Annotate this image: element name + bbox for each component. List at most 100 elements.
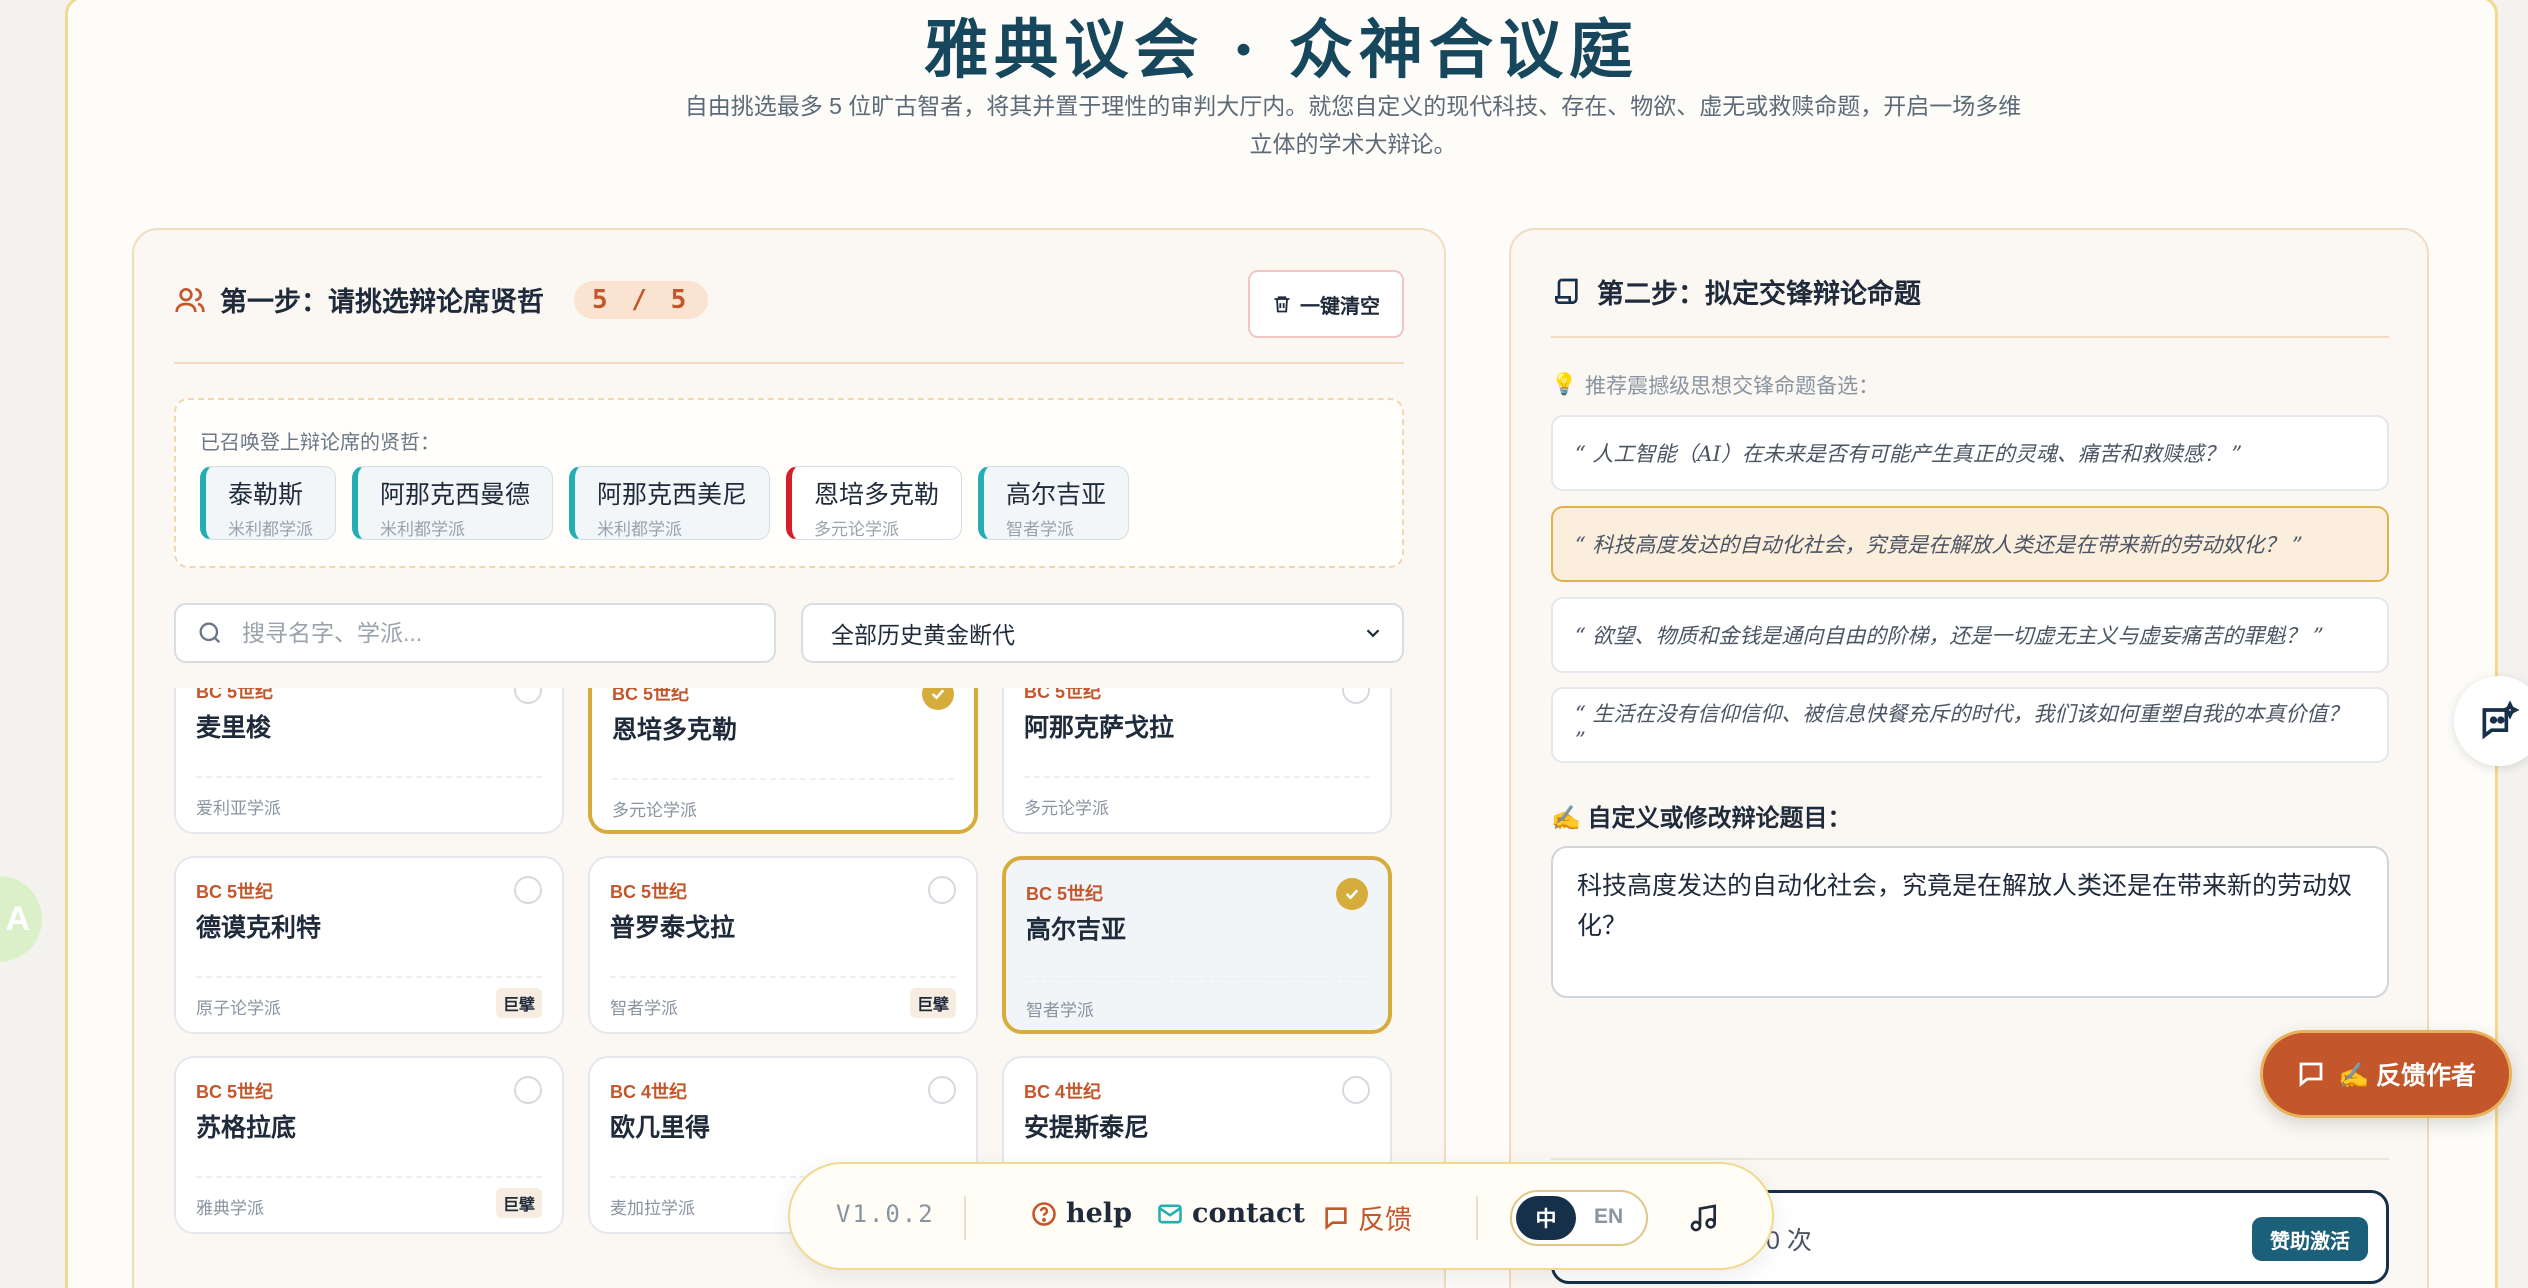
chip-school: 多元论学派: [814, 520, 900, 539]
philosopher-card[interactable]: BC 5世纪 德谟克利特 原子论学派 巨擘: [174, 856, 564, 1034]
chip-name: 高尔吉亚: [1006, 480, 1107, 509]
selected-chip[interactable]: 恩培多克勒 多元论学派: [786, 466, 963, 540]
philosopher-card[interactable]: BC 5世纪 恩培多克勒 多元论学派: [588, 688, 978, 834]
card-era: BC 5世纪: [196, 688, 274, 702]
card-era: BC 5世纪: [610, 882, 688, 902]
topic-panel: 第二步：拟定交锋辩论命题 💡 推荐震撼级思想交锋命题备选： “ 人工智能（AI）…: [1509, 228, 2429, 1288]
chip-school: 米利都学派: [597, 520, 683, 539]
chip-school: 米利都学派: [380, 520, 465, 539]
feedback-link[interactable]: 反馈: [1322, 1198, 1412, 1237]
card-name: 恩培多克勒: [612, 715, 738, 744]
card-school: 智者学派: [1026, 1001, 1094, 1020]
page-title: 雅典议会 · 众神合议庭: [924, 13, 1639, 88]
step2-header: 第二步：拟定交锋辩论命题: [1551, 272, 1921, 311]
selected-count-badge: 5 / 5: [574, 280, 709, 319]
card-era: BC 5世纪: [196, 882, 274, 902]
select-radio[interactable]: [928, 876, 956, 904]
selected-chips: 泰勒斯米利都学派 阿那克西曼德米利都学派 阿那克西美尼 米利都学派 恩培多克勒 多元…: [200, 466, 1130, 540]
era-select[interactable]: 全部历史黄金断代: [801, 603, 1404, 663]
card-era: BC 5世纪: [1026, 884, 1104, 904]
topic-option-selected[interactable]: “ 科技高度发达的自动化社会，究竟是在解放人类还是在带来新的劳动奴化？ ”: [1551, 506, 2389, 582]
music-icon[interactable]: [1688, 1202, 1720, 1239]
selected-philosophers-box: 已召唤登上辩论席的贤哲： 泰勒斯米利都学派 阿那克西曼德米利都学派 阿那克西美尼…: [174, 398, 1404, 568]
feedback-author-button[interactable]: ✍️ 反馈作者: [2260, 1030, 2512, 1118]
card-divider: [196, 1176, 542, 1178]
selected-label: 已召唤登上辩论席的贤哲：: [200, 432, 440, 454]
select-radio[interactable]: [514, 876, 542, 904]
philosopher-card[interactable]: BC 5世纪 阿那克萨戈拉 多元论学派: [1002, 688, 1392, 834]
chip-school: 智者学派: [1006, 520, 1075, 539]
scroll-icon: [1555, 278, 1578, 304]
topic-hint-text: 推荐震撼级思想交锋命题备选：: [1585, 375, 1880, 398]
card-divider: [610, 976, 956, 978]
philosopher-card[interactable]: BC 5世纪 高尔吉亚 智者学派: [1002, 856, 1392, 1034]
check-icon[interactable]: [1336, 878, 1368, 910]
feedback-label: 反馈: [1358, 1205, 1412, 1235]
selected-chip[interactable]: 阿那克西曼德米利都学派: [352, 466, 554, 540]
card-name: 普罗泰戈拉: [610, 913, 736, 942]
giant-badge: 巨擘: [495, 988, 542, 1018]
custom-topic-textarea[interactable]: 科技高度发达的自动化社会，究竟是在解放人类还是在带来新的劳动奴化？: [1551, 846, 2389, 998]
sponsor-activate-button[interactable]: 赞助激活: [2252, 1217, 2368, 1261]
selected-chip[interactable]: 泰勒斯 米利都学派: [200, 466, 336, 540]
select-radio[interactable]: [1342, 1076, 1370, 1104]
lang-zh-option[interactable]: 中: [1516, 1196, 1576, 1240]
chat-icon: [2299, 1062, 2323, 1087]
translate-icon[interactable]: A: [0, 876, 42, 962]
philosopher-card[interactable]: BC 5世纪 苏格拉底 雅典学派 巨擘: [174, 1056, 564, 1234]
trash-icon: [1274, 296, 1290, 313]
message-icon: [1325, 1206, 1347, 1230]
card-name: 德谟克利特: [196, 913, 322, 942]
select-radio[interactable]: [514, 1076, 542, 1104]
select-radio[interactable]: [514, 688, 542, 704]
card-name: 阿那克萨戈拉: [1024, 713, 1175, 742]
contact-link[interactable]: contact: [1156, 1198, 1305, 1229]
philosopher-panel: 第一步：请挑选辩论席贤哲 5 / 5 一键清空 已召唤登上辩论席的贤哲： 泰勒斯…: [132, 228, 1446, 1288]
topic-option[interactable]: “ 人工智能（AI）在未来是否有可能产生真正的灵魂、痛苦和救赎感？ ”: [1551, 415, 2389, 491]
selected-chip[interactable]: 阿那克西美尼 米利都学派: [569, 466, 771, 540]
step2-title: 第二步：拟定交锋辩论命题: [1597, 279, 1921, 309]
card-divider: [1026, 978, 1368, 980]
version-label: V1.0.2: [836, 1200, 935, 1228]
search-input[interactable]: [242, 619, 762, 647]
card-name: 欧几里得: [610, 1113, 711, 1142]
select-radio[interactable]: [1342, 688, 1370, 704]
lightbulb-icon: 💡: [1551, 373, 1578, 396]
philosopher-card[interactable]: BC 5世纪 普罗泰戈拉 智者学派 巨擘: [588, 856, 978, 1034]
toolbar-separator: [964, 1196, 966, 1240]
card-era: BC 4世纪: [1024, 1082, 1102, 1102]
bottom-divider: [1551, 1158, 2389, 1160]
contact-label: contact: [1192, 1198, 1305, 1229]
card-name: 麦里梭: [196, 713, 272, 742]
check-icon[interactable]: [922, 688, 954, 710]
card-divider: [196, 776, 542, 778]
chip-name: 泰勒斯: [228, 480, 304, 509]
card-school: 爱利亚学派: [196, 799, 281, 818]
card-school: 原子论学派: [196, 999, 281, 1018]
select-radio[interactable]: [928, 1076, 956, 1104]
card-divider: [612, 778, 954, 780]
search-icon: [199, 622, 221, 644]
era-select-value: 全部历史黄金断代: [831, 622, 1015, 648]
chip-school: 米利都学派: [228, 520, 313, 539]
language-toggle[interactable]: 中 EN: [1510, 1190, 1648, 1246]
card-school: 多元论学派: [1024, 799, 1109, 818]
selected-chip[interactable]: 高尔吉亚 智者学派: [978, 466, 1130, 540]
clear-all-button[interactable]: 一键清空: [1248, 270, 1404, 338]
card-era: BC 5世纪: [1024, 688, 1102, 702]
topic-option[interactable]: “ 欲望、物质和金钱是通向自由的阶梯，还是一切虚无主义与虚妄痛苦的罪魁？ ”: [1551, 597, 2389, 673]
chip-name: 阿那克西曼德: [380, 480, 531, 509]
help-link[interactable]: help: [1030, 1198, 1132, 1229]
search-field[interactable]: [174, 603, 776, 663]
card-name: 安提斯泰尼: [1024, 1113, 1150, 1142]
topic-option[interactable]: “ 生活在没有信仰信仰、被信息快餐充斥的时代，我们该如何重塑自我的本真价值？ ”: [1551, 687, 2389, 763]
card-divider: [196, 976, 542, 978]
card-school: 智者学派: [610, 999, 678, 1018]
mail-icon: [1158, 1204, 1182, 1223]
card-era: BC 5世纪: [612, 688, 690, 704]
philosopher-card[interactable]: BC 5世纪 麦里梭 爱利亚学派: [174, 688, 564, 834]
card-name: 苏格拉底: [196, 1113, 297, 1142]
clear-all-label: 一键清空: [1300, 295, 1380, 318]
chevron-down-icon: [1366, 629, 1380, 638]
lang-en-option[interactable]: EN: [1594, 1205, 1623, 1229]
